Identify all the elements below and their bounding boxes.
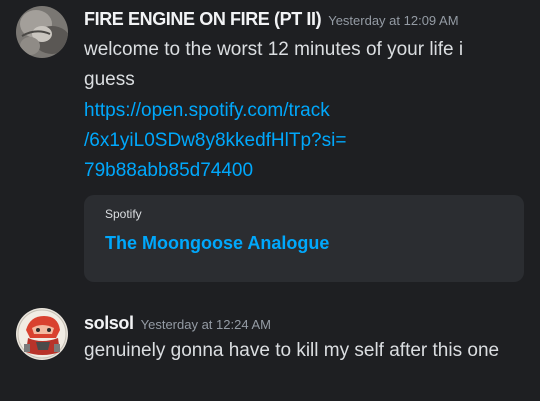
- spotify-link[interactable]: https://open.spotify.com/track /6x1yiL0S…: [84, 96, 384, 186]
- avatar-image: [16, 6, 68, 58]
- chat-log: FIRE ENGINE ON FIRE (PT II) Yesterday at …: [0, 0, 540, 401]
- link-embed: Spotify The Moongoose Analogue: [84, 195, 524, 282]
- timestamp: Yesterday at 12:09 AM: [328, 13, 459, 28]
- embed-title-link[interactable]: The Moongoose Analogue: [105, 233, 329, 254]
- link-line: 79b88abb85d74400: [84, 160, 254, 181]
- message-header: FIRE ENGINE ON FIRE (PT II) Yesterday at …: [84, 9, 459, 30]
- avatar-image: [16, 308, 68, 360]
- avatar[interactable]: [16, 6, 68, 58]
- link-line: /6x1yiL0SDw8y8kkedfHlTp?si=: [84, 130, 347, 151]
- message-text: genuinely gonna have to kill my self aft…: [84, 340, 500, 361]
- message-text: welcome to the worst 12 minutes of your …: [84, 39, 464, 90]
- message-item: solsol Yesterday at 12:24 AM genuinely go…: [0, 300, 540, 401]
- avatar[interactable]: [16, 308, 68, 360]
- message-header: solsol Yesterday at 12:24 AM: [84, 313, 271, 334]
- embed-provider: Spotify: [105, 207, 142, 221]
- timestamp: Yesterday at 12:24 AM: [140, 317, 271, 332]
- username[interactable]: solsol: [84, 313, 134, 333]
- username[interactable]: FIRE ENGINE ON FIRE (PT II): [84, 9, 322, 29]
- message-item: FIRE ENGINE ON FIRE (PT II) Yesterday at …: [0, 0, 540, 290]
- link-line: https://open.spotify.com/track: [84, 100, 330, 121]
